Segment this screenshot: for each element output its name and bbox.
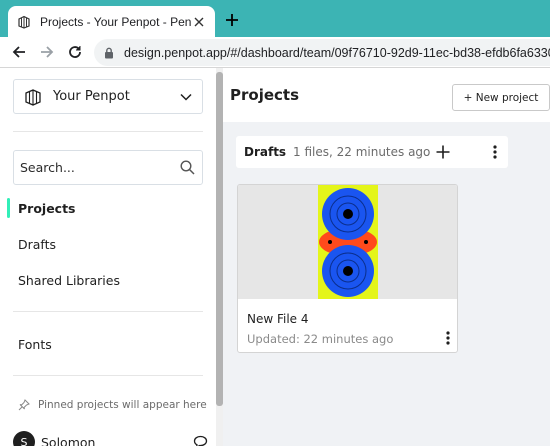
search-box[interactable] [13,150,203,185]
back-button[interactable] [8,41,30,63]
browser-tab[interactable]: Projects - Your Penpot - Penpot [8,6,215,37]
url-text: design.penpot.app/#/dashboard/team/09f76… [124,45,550,60]
penpot-logo-icon [16,14,32,30]
thumbnail-drawing [318,185,378,299]
divider [13,375,203,376]
sidebar-item-shared-libraries[interactable]: Shared Libraries [18,273,120,288]
sidebar: Your Penpot Projects Drafts Shared Libra… [0,68,216,446]
file-name: New File 4 [247,312,309,326]
plus-icon[interactable] [435,144,451,160]
search-input[interactable] [20,160,179,175]
sidebar-item-drafts[interactable]: Drafts [18,237,56,252]
user-menu[interactable]: S Solomon [13,430,208,446]
sidebar-item-projects[interactable]: Projects [18,201,76,216]
user-name: Solomon [41,434,96,446]
main-header: Projects + New project [223,68,550,122]
file-card[interactable]: New File 4 Updated: 22 minutes ago [237,184,458,353]
lock-icon [104,46,114,60]
arrow-right-icon [41,46,54,58]
file-thumbnail[interactable] [238,185,457,299]
pinned-text: Pinned projects will appear here [38,399,207,411]
sidebar-scrollbar-thumb[interactable] [216,72,223,406]
chat-icon[interactable] [192,434,208,446]
drafts-header: Drafts 1 files, 22 minutes ago [236,136,508,168]
divider [13,311,203,312]
drafts-title[interactable]: Drafts [244,145,286,159]
reload-icon [69,46,81,58]
tab-title: Projects - Your Penpot - Penpot [40,14,191,29]
close-icon[interactable] [191,14,207,30]
arrow-left-icon [12,46,25,58]
plus-icon [226,14,238,26]
reload-button[interactable] [64,41,86,63]
avatar: S [13,431,35,446]
team-name: Your Penpot [53,89,130,104]
vertical-dots-icon[interactable] [444,330,452,346]
pinned-projects-hint: Pinned projects will appear here [18,399,207,411]
page-title: Projects [230,86,300,104]
penpot-logo-icon [23,87,43,107]
main-content: Projects + New project Drafts 1 files, 2… [223,68,550,446]
file-updated: Updated: 22 minutes ago [247,332,394,346]
chevron-down-icon [179,90,193,104]
divider [13,131,203,132]
browser-tabstrip: Projects - Your Penpot - Penpot [0,0,550,37]
new-tab-button[interactable] [222,10,242,30]
vertical-dots-icon[interactable] [491,144,499,160]
pin-icon [18,399,30,411]
sidebar-item-fonts[interactable]: Fonts [18,337,52,352]
browser-toolbar: design.penpot.app/#/dashboard/team/09f76… [0,37,550,68]
forward-button[interactable] [36,41,58,63]
active-indicator [7,198,10,218]
new-project-button[interactable]: + New project [452,84,550,111]
drafts-meta: 1 files, 22 minutes ago [293,145,431,159]
search-icon[interactable] [179,160,195,176]
address-bar[interactable]: design.penpot.app/#/dashboard/team/09f76… [94,39,550,66]
team-selector[interactable]: Your Penpot [13,79,203,114]
